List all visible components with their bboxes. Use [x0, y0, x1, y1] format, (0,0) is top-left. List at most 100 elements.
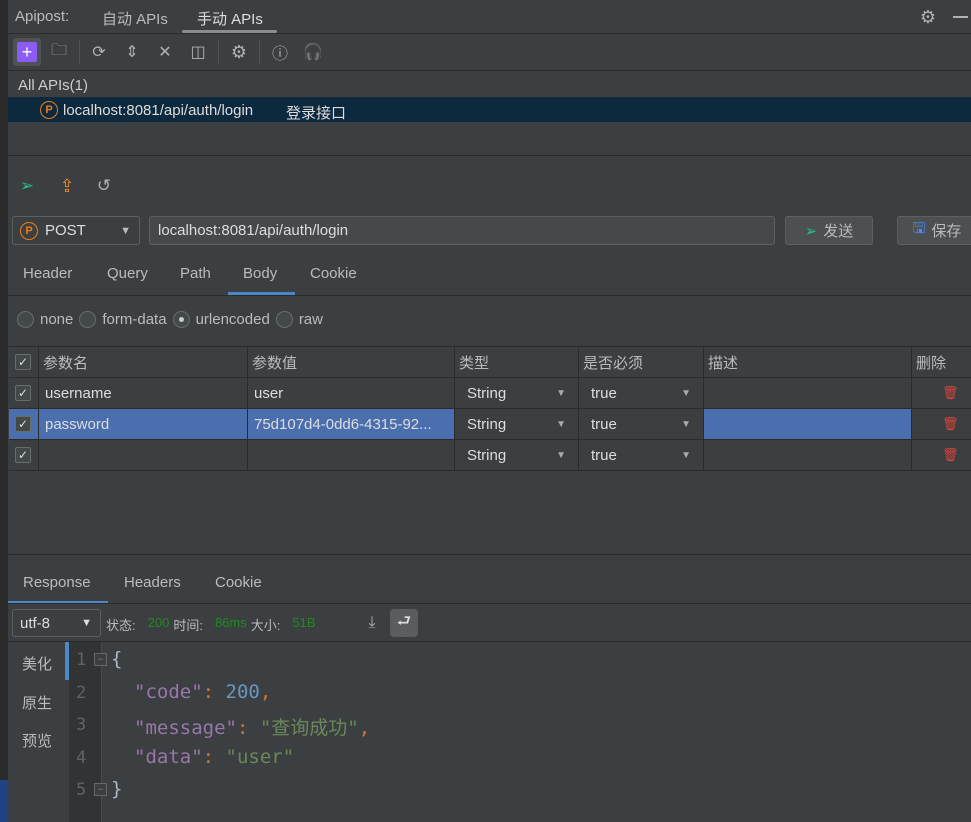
trash-icon: 🗑	[942, 385, 959, 400]
required-value: true	[591, 384, 617, 402]
json-brace-open: {	[111, 648, 123, 670]
radio-label: form-data	[102, 311, 167, 328]
tab-path[interactable]: Path	[180, 265, 211, 282]
save-label: 保存	[931, 223, 962, 240]
required-value: true	[591, 446, 617, 464]
new-folder-icon[interactable]: 🗀	[48, 41, 70, 63]
send-icon: ➢	[804, 222, 818, 240]
split-view-icon[interactable]: ◫	[187, 41, 209, 63]
line-number: 1	[76, 650, 87, 670]
tree-item-name[interactable]: 登录接口	[286, 102, 346, 123]
fold-icon[interactable]: −	[94, 653, 107, 666]
time-label: 时间:	[173, 618, 203, 633]
left-edge-strip	[0, 0, 8, 822]
chevron-down-icon: ▼	[556, 387, 566, 399]
view-preview[interactable]: 预览	[22, 730, 52, 751]
divider	[8, 33, 971, 34]
divider	[8, 641, 971, 642]
table-row[interactable]: ✓ password 75d107d4-0dd6-4315-92... Stri…	[9, 409, 971, 440]
send-label: 发送	[823, 223, 854, 240]
type-select[interactable]: String ▼	[455, 440, 579, 470]
required-select[interactable]: true ▼	[579, 378, 704, 408]
param-value[interactable]	[248, 440, 455, 470]
divider	[8, 603, 971, 604]
table-row[interactable]: ✓ username user String ▼ true ▼ 🗑	[9, 378, 971, 409]
send-button[interactable]: ➢ 发送	[785, 216, 873, 245]
tab-cookie[interactable]: Cookie	[310, 265, 357, 282]
json-line: "data": "user"	[134, 746, 295, 768]
type-select[interactable]: String ▼	[455, 378, 579, 408]
radio-none[interactable]	[17, 311, 34, 328]
chevron-down-icon: ▼	[556, 418, 566, 430]
delete-button[interactable]: 🗑	[912, 409, 971, 439]
param-desc[interactable]	[704, 378, 912, 408]
param-name[interactable]: username	[39, 378, 248, 408]
tab-query[interactable]: Query	[107, 265, 148, 282]
expand-icon[interactable]: ⇕	[121, 41, 143, 63]
line-number: 2	[76, 683, 87, 703]
type-select[interactable]: String ▼	[455, 409, 579, 439]
settings-icon[interactable]: ⚙	[228, 41, 250, 63]
help-icon[interactable]: ⓘ	[269, 41, 291, 63]
tab-headers[interactable]: Headers	[124, 574, 181, 591]
url-input[interactable]: localhost:8081/api/auth/login	[149, 216, 775, 245]
delete-button[interactable]: 🗑	[912, 378, 971, 408]
row-checkbox[interactable]: ✓	[15, 447, 31, 463]
method-select[interactable]: P POST ▼	[12, 216, 140, 245]
col-required: 是否必须	[579, 347, 704, 377]
plus-icon[interactable]: +	[17, 42, 37, 62]
tab-header[interactable]: Header	[23, 265, 72, 282]
delete-button[interactable]: 🗑	[912, 440, 971, 470]
send-icon[interactable]: ➢	[16, 175, 38, 197]
divider	[259, 40, 260, 64]
row-checkbox[interactable]: ✓	[15, 385, 31, 401]
refresh-icon[interactable]: ⟳	[88, 41, 110, 63]
wrap-icon[interactable]: ⮐	[390, 609, 418, 637]
required-select[interactable]: true ▼	[579, 409, 704, 439]
view-pretty[interactable]: 美化	[22, 653, 52, 674]
tab-auto-apis[interactable]: 自动 APIs	[102, 8, 168, 29]
chevron-down-icon: ▼	[681, 418, 691, 430]
type-value: String	[467, 446, 507, 464]
param-value[interactable]: 75d107d4-0dd6-4315-92...	[248, 409, 455, 439]
tab-body[interactable]: Body	[243, 265, 277, 282]
tab-manual-apis[interactable]: 手动 APIs	[197, 8, 263, 29]
download-icon[interactable]: ⤓	[361, 612, 383, 634]
view-raw[interactable]: 原生	[22, 692, 52, 713]
gear-icon[interactable]: ⚙	[917, 6, 939, 28]
tab-response[interactable]: Response	[23, 574, 91, 591]
trash-icon: 🗑	[942, 447, 959, 462]
minimize-icon[interactable]	[953, 16, 968, 18]
col-delete: 删除	[916, 354, 947, 372]
save-button[interactable]: 🖫 保存	[897, 216, 971, 245]
tree-item-url[interactable]: localhost:8081/api/auth/login	[63, 102, 253, 119]
select-all-checkbox[interactable]: ✓	[15, 354, 31, 370]
method-value: POST	[45, 222, 86, 239]
param-value[interactable]: user	[248, 378, 455, 408]
size-value: 51B	[292, 615, 316, 630]
radio-urlencoded[interactable]	[172, 311, 190, 328]
required-select[interactable]: true ▼	[579, 440, 704, 470]
tree-root[interactable]: All APIs(1)	[18, 77, 88, 94]
table-row[interactable]: ✓ String ▼ true ▼ 🗑	[9, 440, 971, 471]
radio-raw[interactable]	[275, 311, 293, 328]
app-label: Apipost:	[15, 8, 70, 25]
encoding-select[interactable]: utf-8 ▼	[12, 609, 101, 637]
radio-label: raw	[298, 311, 323, 328]
tab-cookie[interactable]: Cookie	[215, 574, 262, 591]
params-table: ✓ 参数名 参数值 类型 是否必须 描述 删除 ✓ username user …	[9, 346, 971, 471]
param-name[interactable]	[39, 440, 248, 470]
table-spacer	[8, 471, 971, 555]
headset-icon[interactable]: 🎧	[302, 41, 324, 63]
param-desc[interactable]	[704, 440, 912, 470]
param-desc[interactable]	[704, 409, 912, 439]
row-checkbox[interactable]: ✓	[15, 416, 31, 432]
fold-icon[interactable]: −	[94, 783, 107, 796]
param-name[interactable]: password	[39, 409, 248, 439]
upload-icon[interactable]: ⇪	[56, 175, 78, 197]
collapse-icon[interactable]: ✕	[154, 41, 176, 63]
radio-form-data[interactable]	[79, 311, 97, 328]
trash-icon: 🗑	[942, 416, 959, 431]
history-icon[interactable]: ↺	[93, 175, 115, 197]
status-value: 200	[147, 615, 170, 630]
